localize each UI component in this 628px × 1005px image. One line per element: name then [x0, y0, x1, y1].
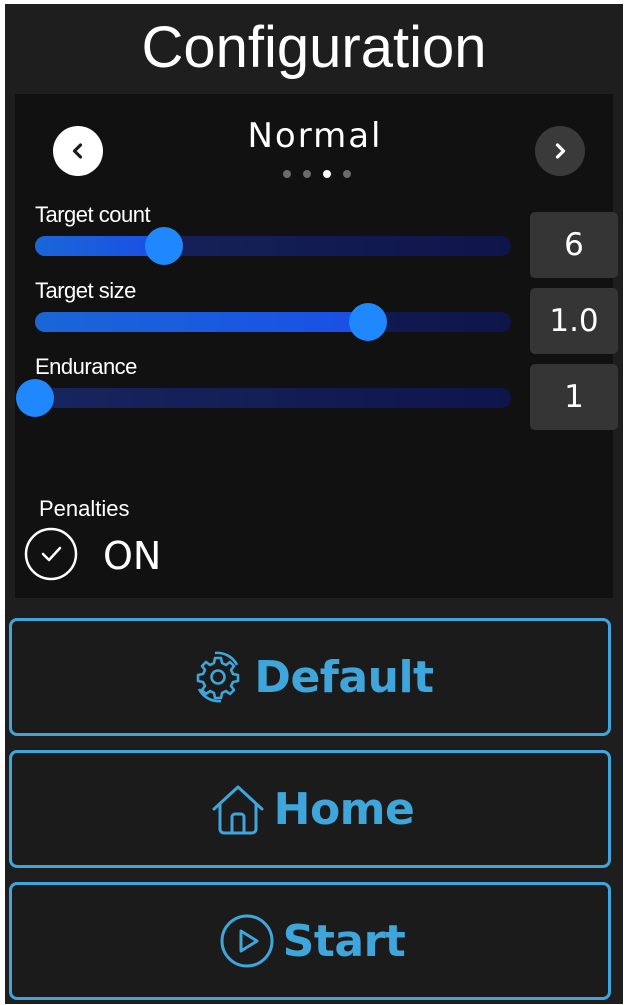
page-dot[interactable] [343, 170, 351, 178]
home-button[interactable]: Home [9, 750, 611, 868]
gear-icon [197, 651, 240, 703]
page-dot[interactable] [323, 170, 331, 178]
target-size-label: Target size [35, 278, 136, 303]
target-count-slider[interactable] [35, 227, 511, 265]
chevron-right-icon [555, 143, 566, 159]
chevron-left-icon [72, 143, 83, 159]
endurance-label: Endurance [35, 354, 137, 379]
config-screen: Configuration Normal Target count 6 Targ… [5, 4, 623, 1004]
home-icon [212, 785, 264, 835]
penalties-state: ON [103, 534, 162, 578]
target-count-value: 6 [530, 212, 618, 278]
prev-preset-button[interactable] [53, 126, 103, 176]
slider-thumb[interactable] [144, 227, 183, 265]
page-title: Configuration [141, 15, 487, 80]
page-dot[interactable] [283, 170, 291, 178]
check-circle-icon [24, 527, 78, 581]
next-preset-button[interactable] [535, 126, 585, 176]
target-size-slider[interactable] [35, 303, 511, 341]
settings-panel: Normal Target count 6 Target size 1.0 En… [15, 94, 618, 598]
start-button[interactable]: Start [9, 882, 611, 1000]
page-indicator [279, 170, 359, 180]
start-button-label: Start [282, 915, 406, 967]
preset-name: Normal [247, 116, 383, 156]
home-button-label: Home [273, 783, 415, 835]
penalties-label: Penalties [39, 496, 130, 521]
default-button-label: Default [254, 651, 434, 703]
target-count-label: Target count [35, 202, 151, 227]
target-size-value: 1.0 [530, 288, 618, 354]
endurance-value: 1 [530, 364, 618, 430]
slider-thumb[interactable] [349, 303, 388, 341]
play-icon [220, 914, 274, 968]
endurance-slider[interactable] [16, 379, 511, 417]
slider-thumb[interactable] [16, 379, 54, 417]
page-dot[interactable] [303, 170, 311, 178]
slider-fill [35, 312, 369, 332]
penalties-toggle[interactable]: ON [23, 526, 183, 586]
default-button[interactable]: Default [9, 618, 611, 736]
